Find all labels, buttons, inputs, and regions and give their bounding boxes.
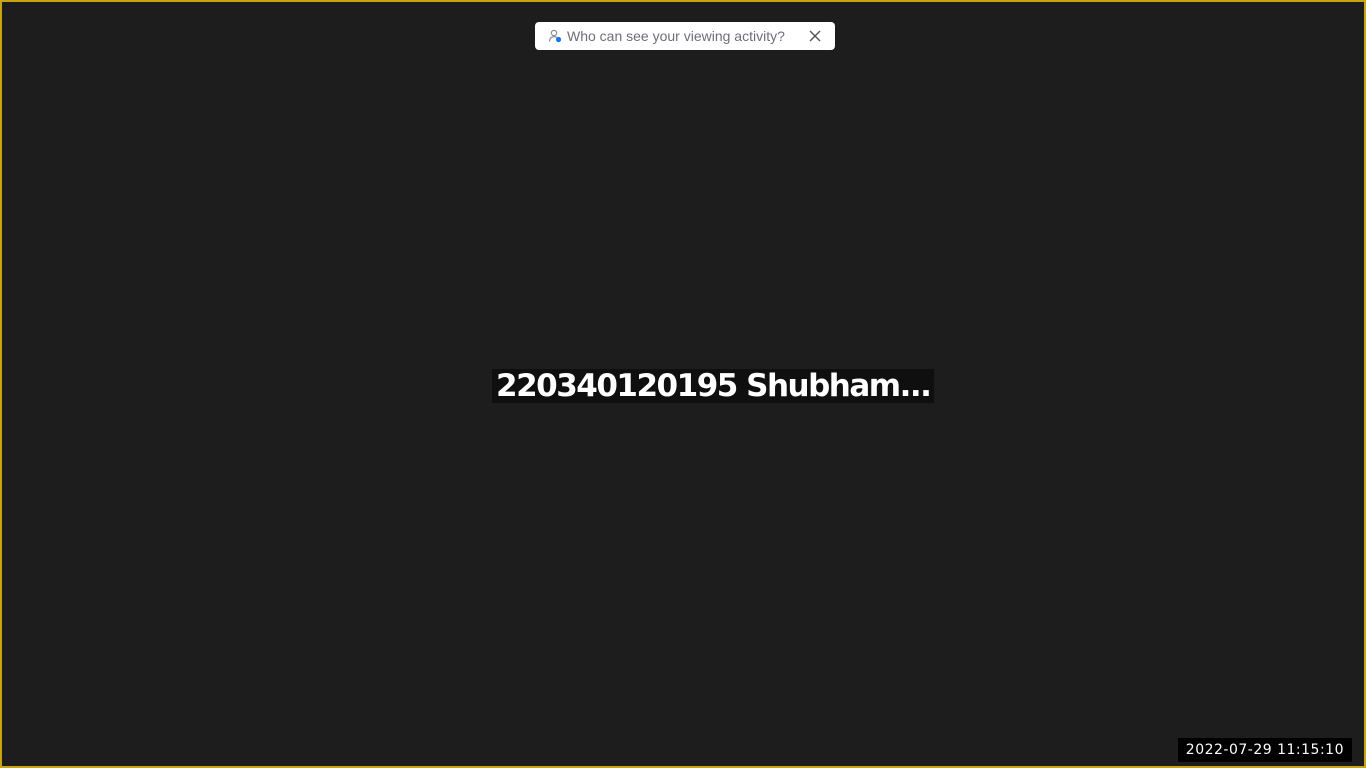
timestamp: 2022-07-29 11:15:10 bbox=[1177, 738, 1352, 762]
viewing-activity-banner[interactable]: Who can see your viewing activity? bbox=[535, 22, 835, 50]
participant-name: 220340120195 Shubham... bbox=[492, 369, 935, 403]
person-eye-icon bbox=[547, 28, 563, 44]
banner-text[interactable]: Who can see your viewing activity? bbox=[567, 28, 805, 44]
meeting-window: Who can see your viewing activity? 22034… bbox=[0, 0, 1366, 768]
close-icon[interactable] bbox=[805, 26, 825, 46]
